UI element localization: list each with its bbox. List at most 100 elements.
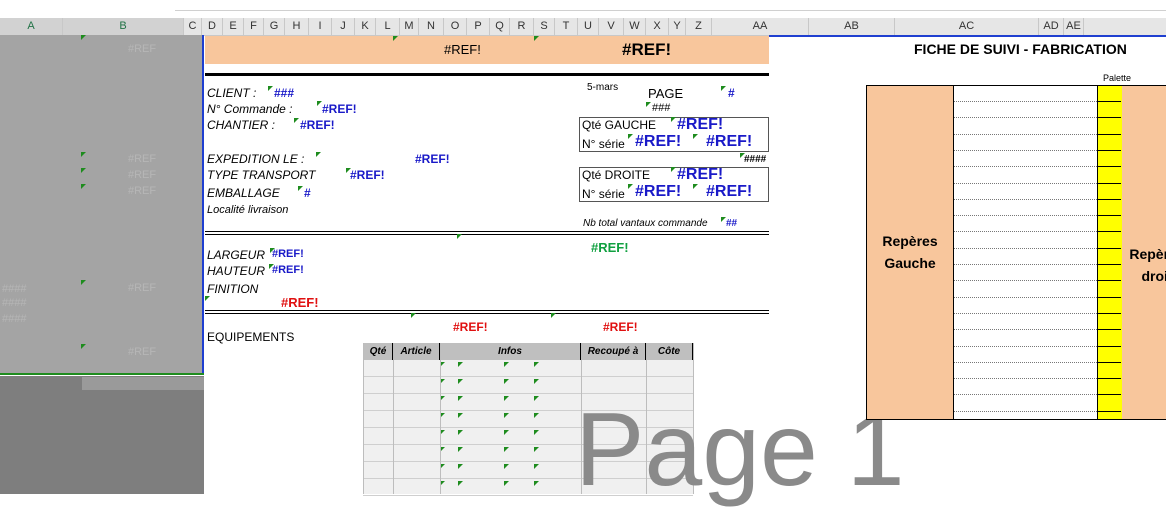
serie-droite-label: N° série [582,187,625,201]
divider [205,234,769,235]
fiche-row[interactable] [954,134,1097,135]
finition-value[interactable]: #REF! [281,295,319,310]
fiche-row[interactable] [954,329,1097,330]
column-header-aa[interactable]: AA [712,18,809,35]
fiche-row[interactable] [954,183,1097,184]
fiche-row[interactable] [954,346,1097,347]
column-header-a[interactable]: A [0,18,63,35]
column-header-g[interactable]: G [264,18,285,35]
column-header-y[interactable]: Y [669,18,686,35]
client-value[interactable]: ### [274,86,294,100]
comment-marker [316,152,321,157]
column-header-i[interactable]: I [309,18,332,35]
serie-gauche-value1[interactable]: #REF! [635,133,681,151]
fiche-row[interactable] [954,394,1097,395]
page-watermark: Page 1 [575,392,905,508]
column-header-e[interactable]: E [223,18,244,35]
column-header-o[interactable]: O [444,18,467,35]
finition-label: FINITION [207,282,259,296]
qte-droite-value[interactable]: #REF! [677,166,723,184]
selected-range[interactable]: #REF #REF #REF #REF #REF #### #### #### … [0,35,204,375]
transport-label: TYPE TRANSPORT [207,168,316,182]
comment-marker [671,167,676,172]
fiche-row[interactable] [954,248,1097,249]
serie-droite-value2[interactable]: #REF! [706,183,752,201]
fiche-row[interactable] [954,411,1097,412]
column-header-ab[interactable]: AB [809,18,895,35]
ghost-text: #### [2,297,27,309]
ghost-text: #### [2,283,27,295]
column-header-x[interactable]: X [646,18,669,35]
column-header-k[interactable]: K [355,18,376,35]
equip-col-line [363,343,364,494]
serie-gauche-value2[interactable]: #REF! [706,133,752,151]
palette-row [1098,199,1121,200]
largeur-value[interactable]: #REF! [272,248,304,260]
page-value[interactable]: # [728,86,735,100]
chantier-value[interactable]: #REF! [300,118,335,132]
column-header-q[interactable]: Q [490,18,510,35]
column-header-l[interactable]: L [376,18,400,35]
fiche-row[interactable] [954,378,1097,379]
ghost-text: #REF [128,153,157,165]
fiche-row[interactable] [954,117,1097,118]
column-header-j[interactable]: J [332,18,355,35]
column-header-s[interactable]: S [534,18,555,35]
column-header-v[interactable]: V [599,18,624,35]
column-header-f[interactable]: F [244,18,264,35]
fiche-row[interactable] [954,297,1097,298]
column-header-ad[interactable]: AD [1039,18,1064,35]
fiche-row[interactable] [954,264,1097,265]
nb-total-value[interactable]: ## [726,218,737,229]
column-header-d[interactable]: D [202,18,223,35]
palette-row [1098,248,1121,249]
column-header-n[interactable]: N [419,18,444,35]
column-header-p[interactable]: P [467,18,490,35]
column-header-z[interactable]: Z [686,18,712,35]
fiche-row[interactable] [954,166,1097,167]
equip-ref2: #REF! [603,320,638,334]
column-header-u[interactable]: U [578,18,599,35]
fiche-row[interactable] [954,362,1097,363]
commande-value[interactable]: #REF! [322,102,357,116]
column-header-ae[interactable]: AE [1064,18,1084,35]
comment-marker [671,117,676,122]
column-header-m[interactable]: M [400,18,419,35]
serie-droite-value1[interactable]: #REF! [635,183,681,201]
comment-marker [458,362,463,367]
column-header-r[interactable]: R [510,18,534,35]
comment-marker [504,447,509,452]
fiche-row[interactable] [954,231,1097,232]
header-ref-big: #REF! [622,40,672,59]
comment-marker [534,379,539,384]
transport-value[interactable]: #REF! [350,168,385,182]
comment-marker [298,186,303,191]
ghost-text: #### [2,313,27,325]
comment-marker [458,396,463,401]
emballage-value[interactable]: # [304,186,311,200]
grey-cells [0,376,204,494]
fiche-row[interactable] [954,199,1097,200]
palette-row [1098,101,1121,102]
formula-bar[interactable] [175,0,1166,11]
hauteur-value[interactable]: #REF! [272,264,304,276]
expedition-value[interactable]: #REF! [415,152,450,166]
page-break-line [769,35,1166,37]
comment-marker [504,362,509,367]
page-hash: ### [652,102,671,114]
column-header-c[interactable]: C [184,18,202,35]
fiche-row[interactable] [954,313,1097,314]
fiche-row[interactable] [954,280,1097,281]
column-header-h[interactable]: H [285,18,309,35]
largeur-label: LARGEUR [207,248,266,262]
column-header-ac[interactable]: AC [895,18,1039,35]
column-header-t[interactable]: T [555,18,578,35]
ghost-text: #REF [128,169,157,181]
formula-bar-area [0,0,1166,18]
column-header-w[interactable]: W [624,18,646,35]
column-header-b[interactable]: B [63,18,184,35]
fiche-row[interactable] [954,101,1097,102]
fiche-row[interactable] [954,150,1097,151]
fiche-row[interactable] [954,215,1097,216]
qte-gauche-value[interactable]: #REF! [677,116,723,134]
